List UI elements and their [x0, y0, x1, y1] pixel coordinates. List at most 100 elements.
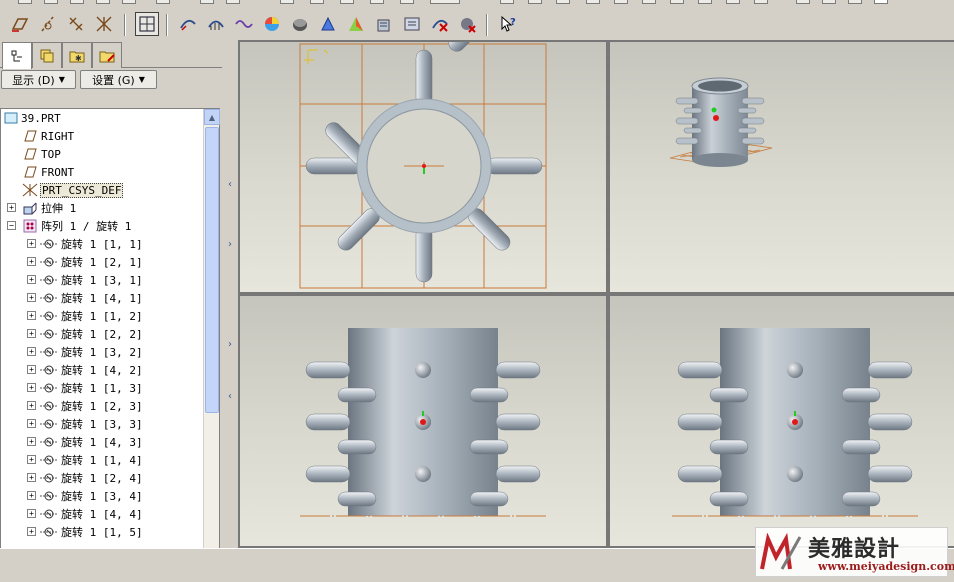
expand-icon[interactable]: +: [27, 329, 36, 338]
undo-icon[interactable]: [200, 0, 214, 4]
expand-icon[interactable]: +: [27, 527, 36, 536]
print-icon[interactable]: [96, 0, 110, 4]
expand-icon[interactable]: +: [27, 365, 36, 374]
tree-row-pattern-item[interactable]: + 旋转 1 [3, 2]: [1, 343, 203, 361]
collapse-icon[interactable]: −: [7, 221, 16, 230]
expand-icon[interactable]: +: [27, 509, 36, 518]
model-analysis-icon[interactable]: [400, 12, 424, 36]
open-file-icon[interactable]: [44, 0, 58, 4]
tree-row-pattern-item[interactable]: + 旋转 1 [4, 4]: [1, 505, 203, 523]
expand-right-icon[interactable]: ›: [228, 340, 234, 350]
delete-analysis-icon[interactable]: [428, 12, 452, 36]
tree-row-pattern-item[interactable]: + 旋转 1 [2, 1]: [1, 253, 203, 271]
expand-icon[interactable]: +: [27, 491, 36, 500]
tree-row-pattern-item[interactable]: + 旋转 1 [1, 4]: [1, 451, 203, 469]
tree-root-row[interactable]: 39.PRT: [1, 109, 203, 127]
tree-row-pattern-item[interactable]: + 旋转 1 [3, 1]: [1, 271, 203, 289]
tree-row-pattern-item[interactable]: + 旋转 1 [4, 2]: [1, 361, 203, 379]
favorites-tab[interactable]: [92, 42, 122, 68]
selection-filter-icon[interactable]: [430, 0, 460, 4]
tree-row-pattern-item[interactable]: + 旋转 1 [1, 5]: [1, 523, 203, 541]
zoom-out-icon[interactable]: [614, 0, 628, 4]
collapse-left-icon[interactable]: ‹: [228, 180, 234, 190]
shading-icon[interactable]: [874, 0, 888, 4]
wireframe-icon[interactable]: [796, 0, 810, 4]
tree-row-pattern-item[interactable]: + 旋转 1 [2, 3]: [1, 397, 203, 415]
datum-csys-icon[interactable]: [92, 12, 116, 36]
datum-plane-icon[interactable]: [8, 12, 32, 36]
folder-browser-tab[interactable]: ✱: [62, 42, 92, 68]
email-icon[interactable]: [122, 0, 136, 4]
tree-row-datum-plane[interactable]: TOP: [1, 145, 203, 163]
view-frame-icon[interactable]: [135, 12, 159, 36]
expand-icon[interactable]: +: [27, 437, 36, 446]
no-hidden-icon[interactable]: [848, 0, 862, 4]
paste-icon[interactable]: [340, 0, 354, 4]
tree-row-pattern-item[interactable]: + 旋转 1 [4, 3]: [1, 433, 203, 451]
expand-icon[interactable]: +: [27, 293, 36, 302]
curvature-icon[interactable]: [204, 12, 228, 36]
display-menu-button[interactable]: 显示 (D) ▼: [1, 70, 76, 89]
tree-row-datum-plane[interactable]: RIGHT: [1, 127, 203, 145]
expand-right-icon[interactable]: ›: [228, 240, 234, 250]
help-icon[interactable]: ?: [496, 12, 520, 36]
measure-icon[interactable]: [372, 12, 396, 36]
draft-analysis-icon[interactable]: [288, 12, 312, 36]
tree-row-pattern-item[interactable]: + 旋转 1 [2, 4]: [1, 469, 203, 487]
expand-icon[interactable]: +: [27, 347, 36, 356]
expand-icon[interactable]: +: [27, 257, 36, 266]
view-manager-icon[interactable]: [754, 0, 768, 4]
datum-point-icon[interactable]: [64, 12, 88, 36]
tree-row-datum-plane[interactable]: FRONT: [1, 163, 203, 181]
expand-icon[interactable]: +: [27, 473, 36, 482]
tree-row-pattern-item[interactable]: + 旋转 1 [1, 2]: [1, 307, 203, 325]
panel-splitter[interactable]: ‹ › › ‹: [224, 40, 238, 548]
regenerate-icon[interactable]: [156, 0, 170, 4]
hidden-line-icon[interactable]: [822, 0, 836, 4]
hide-analysis-icon[interactable]: [456, 12, 480, 36]
curve-analysis-icon[interactable]: [176, 12, 200, 36]
expand-icon[interactable]: +: [27, 275, 36, 284]
expand-icon[interactable]: +: [7, 203, 16, 212]
tree-row-csys[interactable]: PRT_CSYS_DEF: [1, 181, 203, 199]
collapse-left-icon[interactable]: ‹: [228, 392, 234, 402]
tree-row-pattern-item[interactable]: + 旋转 1 [1, 3]: [1, 379, 203, 397]
tree-row-pattern-item[interactable]: + 旋转 1 [2, 2]: [1, 325, 203, 343]
viewport-top[interactable]: [240, 42, 606, 292]
zoom-in-icon[interactable]: [586, 0, 600, 4]
saved-views-icon[interactable]: [698, 0, 712, 4]
scroll-thumb[interactable]: [205, 127, 219, 413]
tree-row-pattern-item[interactable]: + 旋转 1 [4, 1]: [1, 289, 203, 307]
reorient-icon[interactable]: [670, 0, 684, 4]
paste-special-icon[interactable]: [370, 0, 384, 4]
tree-row-pattern[interactable]: − 阵列 1 / 旋转 1: [1, 217, 203, 235]
slope-icon[interactable]: [316, 12, 340, 36]
scroll-up-icon[interactable]: ▲: [204, 109, 220, 125]
settings-menu-button[interactable]: 设置 (G) ▼: [80, 70, 157, 89]
orient-mode-icon[interactable]: [556, 0, 570, 4]
tree-row-pattern-item[interactable]: + 旋转 1 [3, 4]: [1, 487, 203, 505]
repaint-icon[interactable]: [500, 0, 514, 4]
expand-icon[interactable]: +: [27, 419, 36, 428]
shaded-curvature-icon[interactable]: [260, 12, 284, 36]
spin-center-icon[interactable]: [528, 0, 542, 4]
tree-row-extrude[interactable]: + 拉伸 1: [1, 199, 203, 217]
tree-row-pattern-item[interactable]: + 旋转 1 [3, 3]: [1, 415, 203, 433]
section-icon[interactable]: [232, 12, 256, 36]
tree-scrollbar[interactable]: ▲ ▼: [203, 109, 220, 582]
datum-axis-icon[interactable]: [36, 12, 60, 36]
reflection-icon[interactable]: [344, 12, 368, 36]
save-icon[interactable]: [70, 0, 84, 4]
expand-icon[interactable]: +: [27, 383, 36, 392]
graphics-window[interactable]: [238, 40, 954, 548]
tree-row-pattern-item[interactable]: + 旋转 1 [1, 1]: [1, 235, 203, 253]
expand-icon[interactable]: +: [27, 239, 36, 248]
new-file-icon[interactable]: [18, 0, 32, 4]
expand-icon[interactable]: +: [27, 311, 36, 320]
layers-icon[interactable]: [726, 0, 740, 4]
expand-icon[interactable]: +: [27, 455, 36, 464]
copy-icon[interactable]: [310, 0, 324, 4]
viewport-right[interactable]: [610, 296, 954, 546]
layer-tree-tab[interactable]: [32, 42, 62, 68]
status-icon[interactable]: [400, 0, 414, 4]
